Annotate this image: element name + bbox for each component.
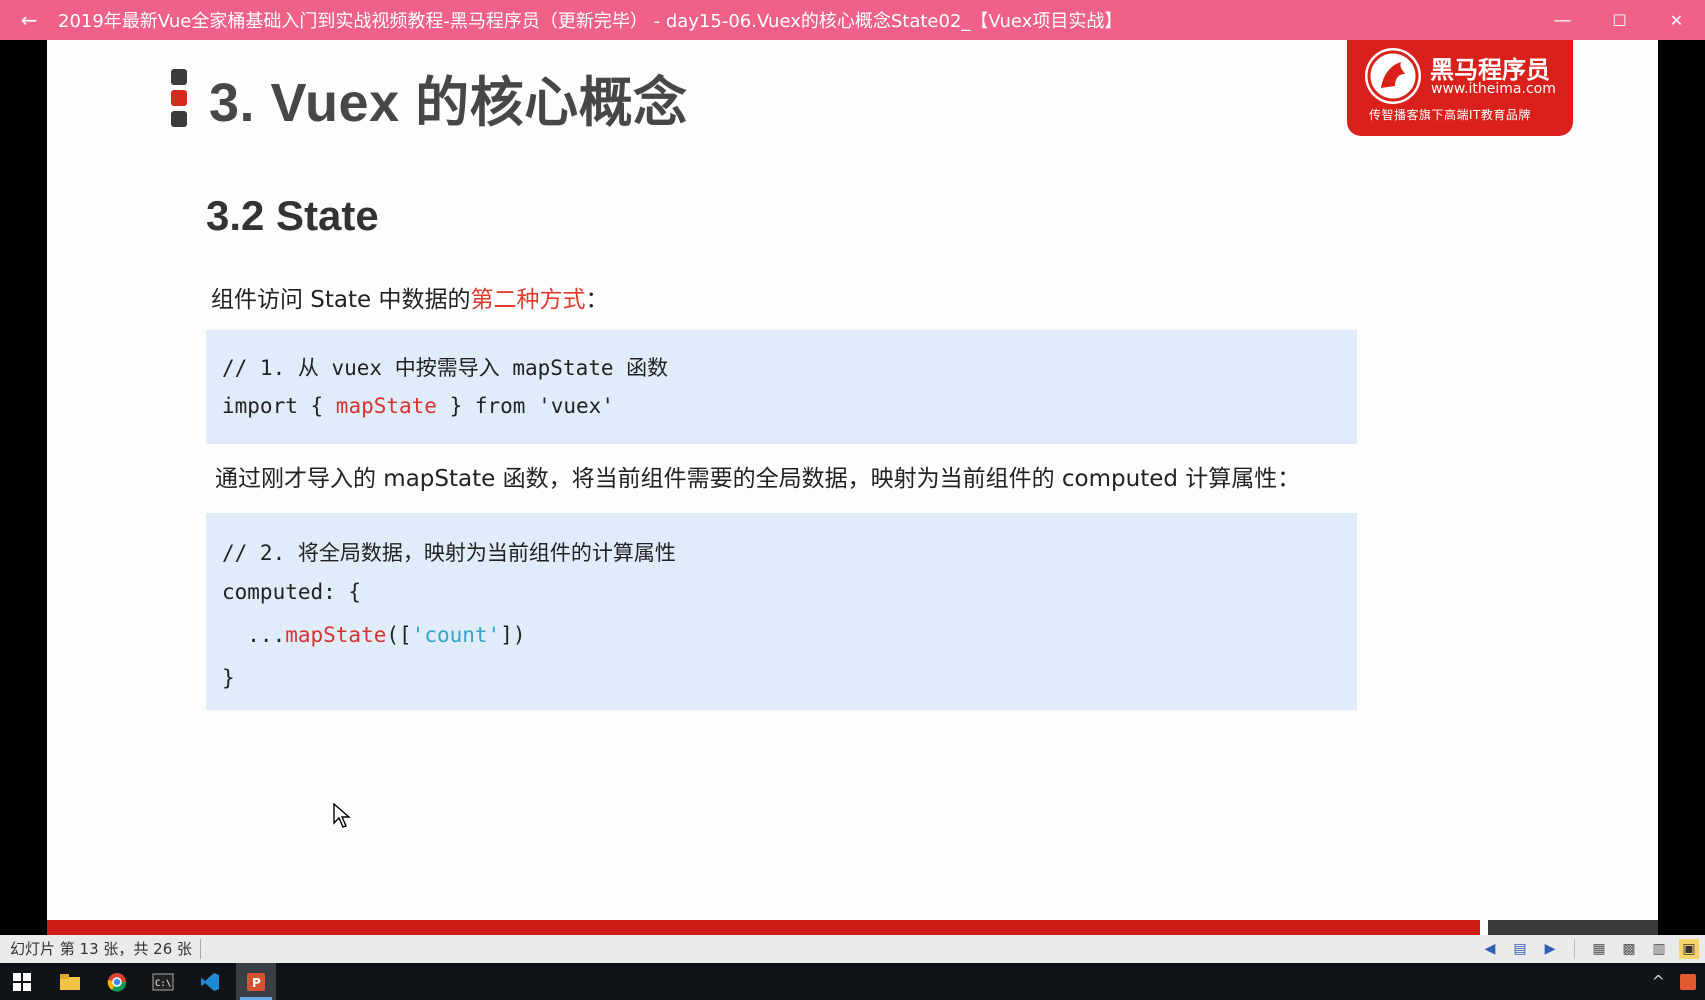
code-token-mapstate: mapState — [335, 394, 437, 418]
code-block-computed: // 2. 将全局数据，映射为当前组件的计算属性 computed: { ...… — [206, 513, 1357, 710]
para1-colon: ： — [585, 287, 609, 313]
normal-view-icon[interactable]: ▦ — [1589, 939, 1609, 959]
slide-canvas: 3. Vuex 的核心概念 黑马程序员 www.itheima.com 传智播客… — [47, 40, 1658, 935]
close-button[interactable]: ✕ — [1648, 11, 1705, 30]
svg-text:P: P — [252, 976, 261, 990]
divider — [1574, 939, 1575, 959]
taskbar: C:\ P ^ — [0, 963, 1705, 1000]
code-computed-open: computed: { — [222, 580, 362, 604]
code-token-string: 'count' — [411, 623, 501, 647]
logo-url: www.itheima.com — [1431, 81, 1556, 97]
app-tray-icon[interactable] — [1679, 973, 1697, 991]
slide-footer-bar — [47, 920, 1658, 935]
minimize-button[interactable]: — — [1534, 10, 1591, 31]
status-bar: 幻灯片 第 13 张，共 26 张 ◀ ▤ ▶ ▦ ▩ ▥ ▣ — [0, 935, 1705, 963]
previous-slide-icon[interactable]: ◀ — [1480, 939, 1500, 959]
application-window: ← 2019年最新Vue全家桶基础入门到实战视频教程-黑马程序员（更新完毕） -… — [0, 0, 1705, 1000]
code-mapstate-line: ...mapState(['count']) — [222, 623, 525, 647]
code-import-line: import { mapState } from 'vuex' — [222, 394, 614, 418]
slide-heading: 3. Vuex 的核心概念 — [171, 58, 688, 137]
windows-start-icon[interactable] — [2, 963, 42, 1000]
code-token: ]) — [500, 623, 526, 647]
code-token: import { — [222, 394, 336, 418]
slide-footer-gap — [1480, 920, 1488, 935]
terminal-icon[interactable]: C:\ — [143, 963, 183, 1000]
code-token-mapstate: mapState — [285, 623, 387, 647]
code-comment: // 1. 从 vuex 中按需导入 mapState 函数 — [222, 356, 669, 380]
slide-counter: 幻灯片 第 13 张，共 26 张 — [0, 939, 201, 959]
para1-highlight: 第二种方式 — [470, 287, 586, 313]
code-token: ... — [222, 623, 286, 647]
paragraph-mapstate-desc: 通过刚才导入的 mapState 函数，将当前组件需要的全局数据，映射为当前组件… — [215, 466, 1301, 492]
heading-marker-icon — [171, 68, 187, 127]
back-arrow-icon[interactable]: ← — [0, 8, 58, 32]
slide-footer-gray — [1488, 920, 1658, 935]
next-slide-icon[interactable]: ▶ — [1540, 939, 1560, 959]
svg-text:C:\: C:\ — [155, 979, 171, 989]
mouse-cursor-icon — [333, 803, 351, 828]
chevron-up-icon[interactable]: ^ — [1652, 972, 1665, 991]
slide-heading-text: 3. Vuex 的核心概念 — [209, 73, 688, 133]
title-bar: ← 2019年最新Vue全家桶基础入门到实战视频教程-黑马程序员（更新完毕） -… — [0, 0, 1705, 40]
section-title: 3.2 State — [206, 192, 379, 239]
logo-slogan: 传智播客旗下高端IT教育品牌 — [1369, 108, 1531, 122]
maximize-button[interactable]: ☐ — [1591, 11, 1648, 30]
code-comment: // 2. 将全局数据，映射为当前组件的计算属性 — [222, 541, 676, 565]
code-token: } from 'vuex' — [436, 394, 614, 418]
file-explorer-icon[interactable] — [50, 963, 90, 1000]
para1-text: 组件访问 State 中数据的 — [211, 287, 471, 313]
horse-logo-icon — [1365, 48, 1421, 104]
powerpoint-icon[interactable]: P — [236, 963, 276, 1000]
notes-icon[interactable]: ▤ — [1510, 939, 1530, 959]
code-token: ([ — [386, 623, 412, 647]
slideshow-icon[interactable]: ▣ — [1679, 939, 1699, 959]
paragraph-second-way: 组件访问 State 中数据的第二种方式： — [211, 280, 609, 314]
itheima-logo: 黑马程序员 www.itheima.com 传智播客旗下高端IT教育品牌 — [1347, 40, 1573, 136]
logo-name: 黑马程序员 — [1430, 56, 1550, 84]
window-title: 2019年最新Vue全家桶基础入门到实战视频教程-黑马程序员（更新完毕） - d… — [58, 11, 1123, 32]
chrome-icon[interactable] — [97, 963, 137, 1000]
code-block-import: // 1. 从 vuex 中按需导入 mapState 函数 import { … — [206, 330, 1357, 444]
statusbar-controls: ◀ ▤ ▶ ▦ ▩ ▥ ▣ — [1480, 939, 1699, 959]
vscode-icon[interactable] — [190, 963, 230, 1000]
code-computed-close: } — [222, 666, 235, 690]
reading-view-icon[interactable]: ▥ — [1649, 939, 1669, 959]
system-tray: ^ — [1652, 963, 1705, 1000]
slide-sorter-icon[interactable]: ▩ — [1619, 939, 1639, 959]
